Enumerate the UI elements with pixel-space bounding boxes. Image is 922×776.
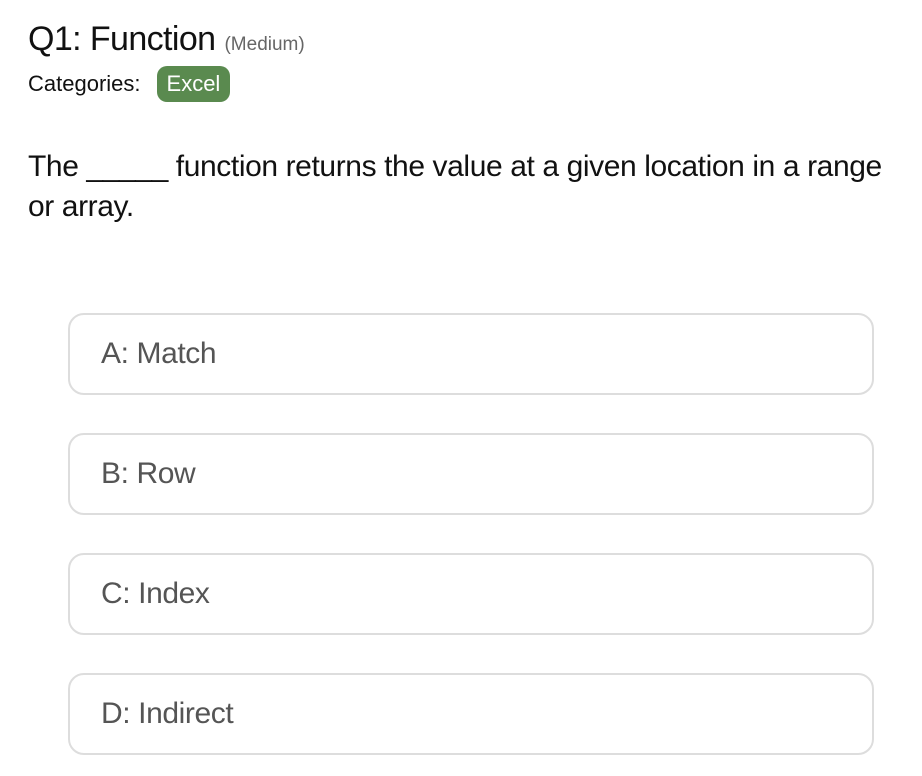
option-c-label: C: Index	[101, 577, 210, 610]
option-a-button[interactable]: A: Match	[68, 313, 874, 395]
option-c-button[interactable]: C: Index	[68, 553, 874, 635]
option-b-label: B: Row	[101, 457, 196, 490]
quiz-question-page: Q1: Function (Medium) Categories: Excel …	[0, 0, 922, 776]
category-badge-excel: Excel	[156, 66, 231, 102]
categories-label: Categories:	[28, 71, 141, 96]
option-b-button[interactable]: B: Row	[68, 433, 874, 515]
difficulty-label: (Medium)	[224, 34, 305, 55]
question-title: Q1: Function	[28, 20, 216, 58]
option-d-button[interactable]: D: Indirect	[68, 673, 874, 755]
option-a-label: A: Match	[101, 337, 217, 370]
question-header: Q1: Function (Medium)	[28, 18, 894, 60]
question-text: The _____ function returns the value at …	[28, 150, 882, 223]
answer-options: A: Match B: Row C: Index D: Indirect	[68, 313, 874, 776]
categories-row: Categories: Excel	[28, 66, 894, 102]
option-d-label: D: Indirect	[101, 697, 234, 730]
